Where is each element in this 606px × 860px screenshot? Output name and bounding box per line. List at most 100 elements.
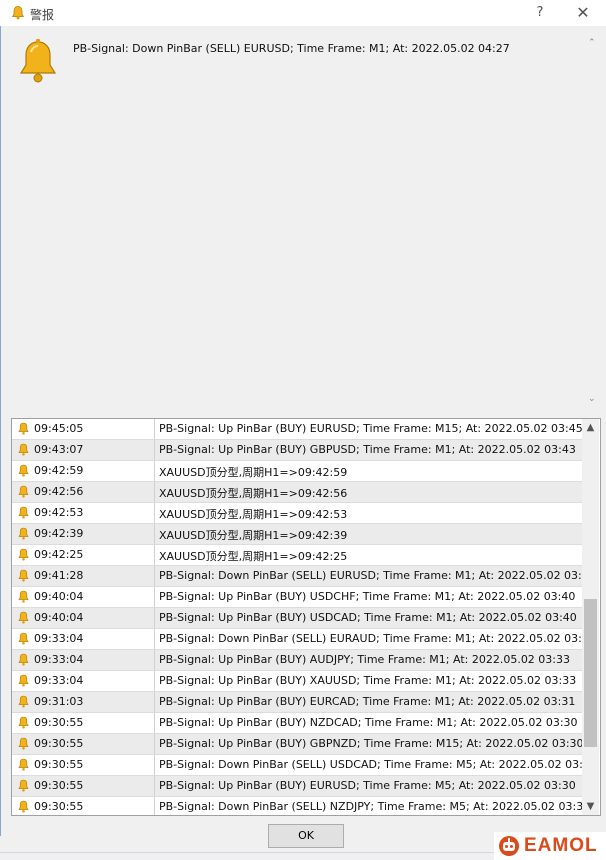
bell-icon <box>17 443 30 457</box>
message-scroll-up-icon[interactable]: ⌃ <box>588 38 596 48</box>
alert-time: 09:30:55 <box>34 779 84 792</box>
bell-icon <box>17 590 30 604</box>
alert-time: 09:30:55 <box>34 716 84 729</box>
column-separator <box>154 608 155 628</box>
alert-time: 09:33:04 <box>34 653 84 666</box>
column-separator <box>154 461 155 481</box>
alert-time: 09:31:03 <box>34 695 84 708</box>
bell-icon <box>17 569 30 583</box>
alert-time: 09:42:25 <box>34 548 84 561</box>
alert-message: PB-Signal: Down PinBar (SELL) EURAUD; Ti… <box>159 632 596 645</box>
current-alert-panel: PB-Signal: Down PinBar (SELL) EURUSD; Ti… <box>10 30 598 408</box>
table-row[interactable]: 09:40:04 PB-Signal: Up PinBar (BUY) USDCA… <box>12 608 582 629</box>
alert-time: 09:45:05 <box>34 422 84 435</box>
alert-time: 09:42:39 <box>34 527 84 540</box>
alert-message: XAUUSD顶分型,周期H1=>09:42:56 <box>159 487 348 500</box>
alert-message: PB-Signal: Up PinBar (BUY) GBPNZD; Time … <box>159 737 584 750</box>
alert-message: XAUUSD顶分型,周期H1=>09:42:25 <box>159 550 348 563</box>
column-separator <box>154 524 155 544</box>
table-row[interactable]: 09:33:04 PB-Signal: Up PinBar (BUY) AUDJP… <box>12 650 582 671</box>
alert-time: 09:43:07 <box>34 443 84 456</box>
table-row[interactable]: 09:30:55 PB-Signal: Up PinBar (BUY) EURUS… <box>12 776 582 797</box>
column-separator <box>154 566 155 586</box>
table-row[interactable]: 09:30:55 PB-Signal: Down PinBar (SELL) NZ… <box>12 797 590 815</box>
alert-message: PB-Signal: Down PinBar (SELL) USDCAD; Ti… <box>159 758 597 771</box>
table-row[interactable]: 09:30:55 PB-Signal: Up PinBar (BUY) GBPNZ… <box>12 734 584 755</box>
table-row[interactable]: 09:33:04 PB-Signal: Down PinBar (SELL) EU… <box>12 629 596 650</box>
alert-message: XAUUSD顶分型,周期H1=>09:42:59 <box>159 466 348 479</box>
alert-time: 09:41:28 <box>34 569 84 582</box>
column-separator <box>154 692 155 712</box>
alert-message: PB-Signal: Up PinBar (BUY) GBPUSD; Time … <box>159 443 576 456</box>
alert-time: 09:30:55 <box>34 758 84 771</box>
help-button[interactable]: ? <box>528 3 552 23</box>
alert-message: PB-Signal: Up PinBar (BUY) EURCAD; Time … <box>159 695 576 708</box>
table-row[interactable]: 09:41:28 PB-Signal: Down PinBar (SELL) EU… <box>12 566 596 587</box>
table-row[interactable]: 09:42:59 XAUUSD顶分型,周期H1=>09:42:59 <box>12 461 582 482</box>
table-row[interactable]: 09:30:55 PB-Signal: Down PinBar (SELL) US… <box>12 755 597 776</box>
column-separator <box>154 503 155 523</box>
alert-time: 09:40:04 <box>34 611 84 624</box>
alert-time: 09:42:56 <box>34 485 84 498</box>
alert-message: PB-Signal: Up PinBar (BUY) NZDCAD; Time … <box>159 716 578 729</box>
column-separator <box>154 587 155 607</box>
alert-time: 09:40:04 <box>34 590 84 603</box>
scroll-up-icon[interactable]: ▲ <box>582 419 599 436</box>
alert-message: PB-Signal: Up PinBar (BUY) EURUSD; Time … <box>159 422 583 435</box>
table-row[interactable]: 09:45:05 PB-Signal: Up PinBar (BUY) EURUS… <box>12 419 583 440</box>
column-separator <box>154 755 155 775</box>
bell-icon <box>17 758 30 772</box>
window-border <box>0 26 1 836</box>
alert-message: PB-Signal: Up PinBar (BUY) XAUUSD; Time … <box>159 674 577 687</box>
table-row[interactable]: 09:43:07 PB-Signal: Up PinBar (BUY) GBPUS… <box>12 440 582 461</box>
table-row[interactable]: 09:42:39 XAUUSD顶分型,周期H1=>09:42:39 <box>12 524 582 545</box>
scrollbar-thumb[interactable] <box>584 599 597 747</box>
column-separator <box>154 671 155 691</box>
message-scroll-down-icon[interactable]: ⌄ <box>588 394 596 404</box>
column-separator <box>154 734 155 754</box>
bell-icon <box>17 695 30 709</box>
bell-icon <box>17 674 30 688</box>
table-row[interactable]: 09:30:55 PB-Signal: Up PinBar (BUY) NZDCA… <box>12 713 582 734</box>
alert-rows: 09:45:05 PB-Signal: Up PinBar (BUY) EURUS… <box>12 419 597 815</box>
bell-icon <box>17 653 30 667</box>
close-button[interactable]: ✕ <box>570 3 596 23</box>
window-title: 警报 <box>30 8 55 22</box>
table-row[interactable]: 09:42:25 XAUUSD顶分型,周期H1=>09:42:25 <box>12 545 582 566</box>
column-separator <box>154 419 155 439</box>
bell-icon <box>17 611 30 625</box>
watermark-text: EAMOL <box>524 835 598 856</box>
table-row[interactable]: 09:33:04 PB-Signal: Up PinBar (BUY) XAUUS… <box>12 671 582 692</box>
table-row[interactable]: 09:31:03 PB-Signal: Up PinBar (BUY) EURCA… <box>12 692 582 713</box>
alert-message: PB-Signal: Up PinBar (BUY) USDCAD; Time … <box>159 611 577 624</box>
column-separator <box>154 629 155 649</box>
alert-time: 09:42:53 <box>34 506 84 519</box>
alert-message: PB-Signal: Down PinBar (SELL) EURUSD; Ti… <box>159 569 596 582</box>
vertical-scrollbar[interactable]: ▲ ▼ <box>582 419 599 815</box>
bell-icon <box>19 39 57 83</box>
column-separator <box>154 797 155 815</box>
alert-history-list[interactable]: 09:45:05 PB-Signal: Up PinBar (BUY) EURUS… <box>11 418 601 816</box>
alert-time: 09:30:55 <box>34 737 84 750</box>
scroll-down-icon[interactable]: ▼ <box>582 798 599 815</box>
ok-button[interactable]: OK <box>268 824 344 848</box>
title-bar: 警报 ? ✕ <box>0 0 606 26</box>
alert-time: 09:42:59 <box>34 464 84 477</box>
table-row[interactable]: 09:40:04 PB-Signal: Up PinBar (BUY) USDCH… <box>12 587 582 608</box>
bell-icon <box>17 632 30 646</box>
bell-icon <box>17 506 30 520</box>
bell-icon <box>11 6 25 20</box>
robot-logo-icon <box>499 836 519 856</box>
column-separator <box>154 650 155 670</box>
alert-message: PB-Signal: Up PinBar (BUY) EURUSD; Time … <box>159 779 576 792</box>
bell-icon <box>17 737 30 751</box>
alert-message: PB-Signal: Up PinBar (BUY) USDCHF; Time … <box>159 590 576 603</box>
column-separator <box>154 776 155 796</box>
column-separator <box>154 440 155 460</box>
table-row[interactable]: 09:42:53 XAUUSD顶分型,周期H1=>09:42:53 <box>12 503 582 524</box>
alert-message: PB-Signal: Up PinBar (BUY) AUDJPY; Time … <box>159 653 571 666</box>
table-row[interactable]: 09:42:56 XAUUSD顶分型,周期H1=>09:42:56 <box>12 482 582 503</box>
bell-icon <box>17 779 30 793</box>
column-separator <box>154 482 155 502</box>
bell-icon <box>17 548 30 562</box>
